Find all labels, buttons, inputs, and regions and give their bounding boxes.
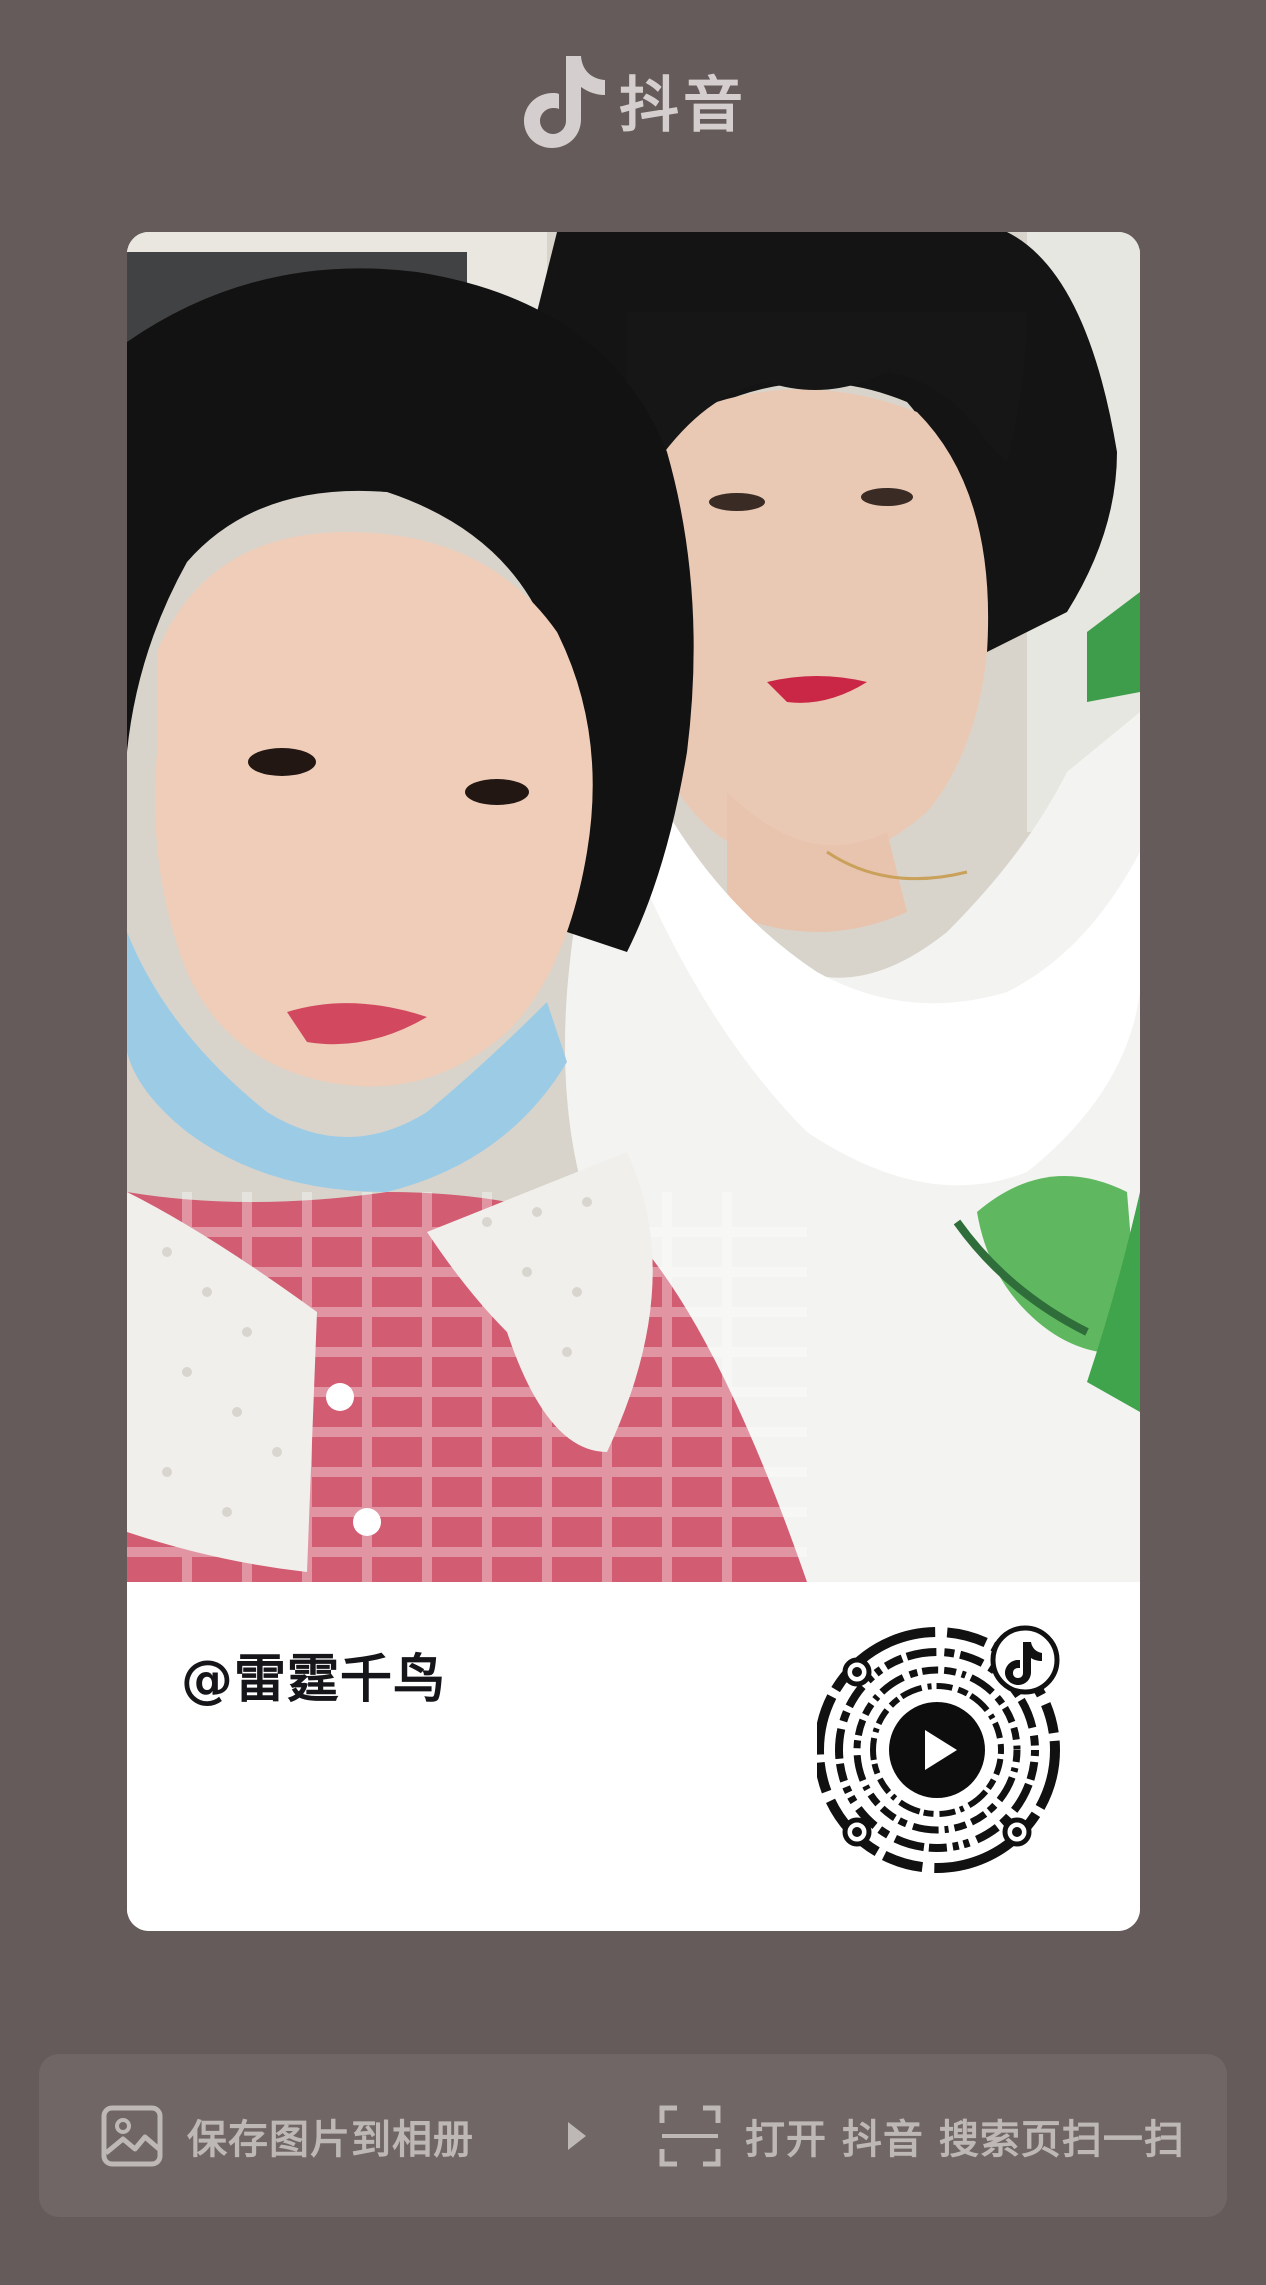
save-to-album-button[interactable]: 保存图片到相册	[101, 2054, 474, 2217]
arrow-right-icon	[568, 2122, 586, 2150]
action-bar: 保存图片到相册 打开 抖音 搜索页扫一扫	[39, 2054, 1227, 2217]
video-cover-photo	[127, 232, 1140, 1582]
brand-header: 抖音	[0, 50, 1266, 150]
save-to-album-label: 保存图片到相册	[187, 2116, 474, 2163]
scan-hint: 打开 抖音 搜索页扫一扫	[659, 2054, 1185, 2217]
douyin-qr-code	[817, 1625, 1060, 1873]
cover-image	[127, 232, 1140, 1582]
scan-hint-label: 打开 抖音 搜索页扫一扫	[745, 2116, 1185, 2163]
author-username: @雷霆千鸟	[181, 1650, 447, 1710]
share-card: @雷霆千鸟	[127, 232, 1140, 1931]
scan-icon	[659, 2105, 721, 2166]
card-footer: @雷霆千鸟	[127, 1582, 1140, 1931]
tiktok-note-icon	[524, 56, 605, 148]
image-icon	[101, 2105, 163, 2166]
brand-name: 抖音	[619, 70, 747, 141]
